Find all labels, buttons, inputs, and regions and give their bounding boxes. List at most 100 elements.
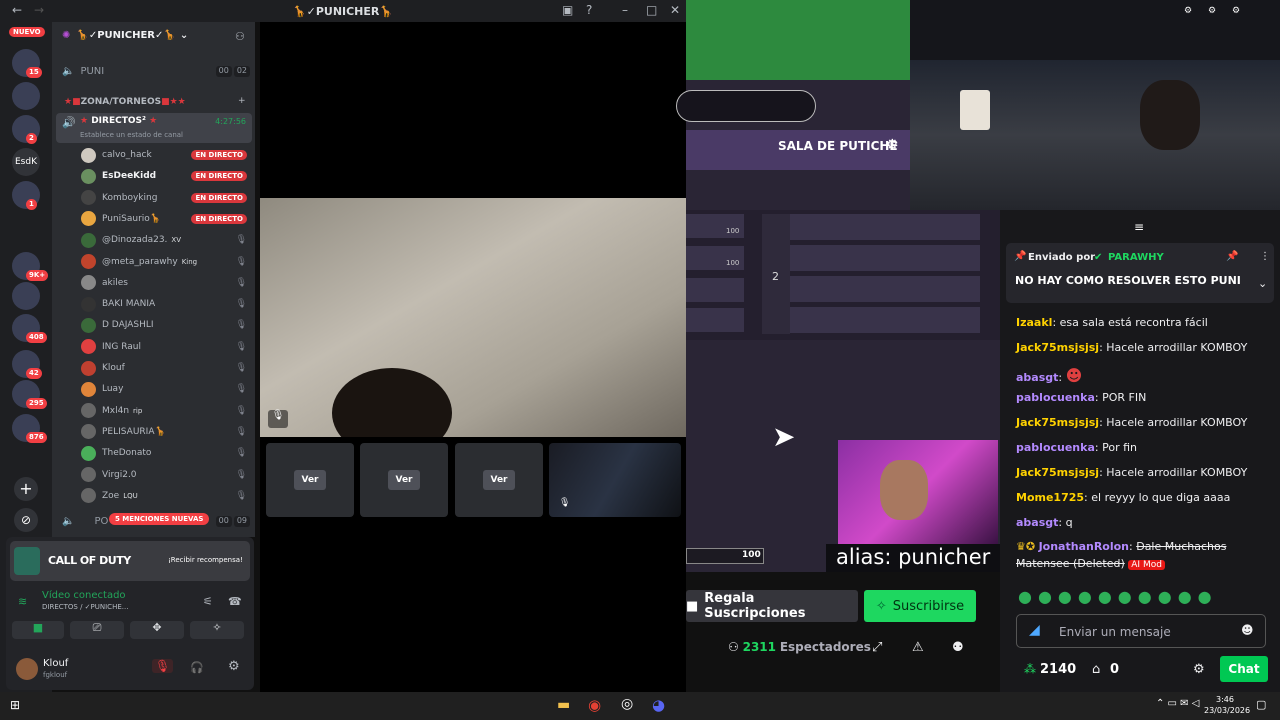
add-server-icon[interactable]: + bbox=[14, 477, 38, 501]
server-header[interactable]: ✺ 🦒✓PUNICHER✓🦒 ⌄ bbox=[62, 30, 188, 41]
member-row[interactable]: @Dinozada23. XV 🎙 bbox=[52, 230, 255, 250]
status-hint[interactable]: Establece un estado de canal bbox=[80, 131, 183, 139]
member-row[interactable]: Zoe LQU 🎙 bbox=[52, 486, 255, 506]
server-badge: 42 bbox=[26, 368, 42, 379]
maximize-icon[interactable]: □ bbox=[646, 3, 657, 17]
chat-settings-icon[interactable]: ⚙ bbox=[1193, 662, 1205, 677]
gift-subs-button[interactable]: ■ Regala Suscripciones bbox=[686, 590, 858, 622]
member-row[interactable]: akiles 🎙 bbox=[52, 273, 255, 293]
file-explorer-icon[interactable]: ▬ bbox=[557, 697, 570, 713]
share-icon[interactable]: ⤢ bbox=[872, 640, 882, 655]
minimize-icon[interactable]: – bbox=[622, 3, 628, 17]
tray-icons[interactable]: ⌃ ▭ ✉ ◁ bbox=[1156, 698, 1199, 709]
server-icon-2[interactable] bbox=[12, 82, 40, 110]
windows-start-icon[interactable]: ⊞ bbox=[10, 698, 20, 712]
chat-user[interactable]: abasgt bbox=[1016, 371, 1058, 384]
member-row[interactable]: PELISAURIA🦒 🎙 bbox=[52, 422, 255, 442]
add-channel-icon[interactable]: + bbox=[238, 96, 246, 106]
member-row[interactable]: EsDeeKidd EN DIRECTO bbox=[52, 166, 255, 186]
chat-user[interactable]: pablocuenka bbox=[1016, 391, 1095, 404]
watch-button[interactable]: Ver bbox=[483, 470, 515, 490]
server-icon-4[interactable]: EsdK bbox=[12, 148, 40, 176]
user-card-icon[interactable]: ⚉ bbox=[952, 640, 964, 655]
chat-user[interactable]: Izaakl bbox=[1016, 316, 1052, 329]
member-row[interactable]: Komboyking EN DIRECTO bbox=[52, 188, 255, 208]
channel-points-icon[interactable]: ◢ bbox=[1029, 622, 1040, 638]
server-icon-7[interactable] bbox=[12, 282, 40, 310]
pinned-message[interactable]: 📌 Enviado por ✔ PARAWHY 📌 ⋮ NO HAY COMO … bbox=[1006, 243, 1274, 303]
discover-icon[interactable]: ⊘ bbox=[14, 508, 38, 532]
live-badge: EN DIRECTO bbox=[191, 171, 247, 182]
mic-muted-icon: 🎙 bbox=[235, 256, 247, 267]
chat-user[interactable]: pablocuenka bbox=[1016, 441, 1095, 454]
member-row[interactable]: Mxl4n rip 🎙 bbox=[52, 401, 255, 421]
chat-message: ♛✪ JonathanRolon: Dale Muchachos bbox=[1016, 540, 1227, 553]
chat-user[interactable]: Jack75msjsjsj bbox=[1016, 416, 1099, 429]
chat-button[interactable]: Chat bbox=[1220, 656, 1268, 682]
category-header[interactable]: ★■ZONA/TORNEOS■★★ bbox=[64, 97, 186, 107]
chat-user[interactable]: Jack75msjsjsj bbox=[1016, 466, 1099, 479]
watch-button[interactable]: Ver bbox=[388, 470, 420, 490]
member-row[interactable]: PuniSaurio🦒 EN DIRECTO bbox=[52, 209, 255, 229]
settings-gear-icon[interactable]: ⚙ bbox=[228, 659, 240, 674]
subscribe-button[interactable]: ✧ Suscribirse bbox=[864, 590, 976, 622]
notifications-icon[interactable]: ▢ bbox=[1256, 698, 1266, 711]
mic-muted-icon[interactable]: 🎙 bbox=[152, 659, 174, 673]
avatar[interactable] bbox=[16, 658, 38, 680]
game-green-bar bbox=[686, 0, 910, 80]
health-bar: 100 bbox=[686, 548, 764, 564]
promo-card[interactable]: CALL OF DUTY ¡Recibir recompensa! bbox=[10, 541, 250, 581]
headphones-icon[interactable]: 🎧 bbox=[190, 661, 204, 674]
channel-po[interactable]: 🔈 PO 00 09 bbox=[62, 516, 250, 527]
live-channel-row[interactable]: 🔊 ★ DIRECTOS² ★ 4:27:56 Establece un est… bbox=[56, 113, 252, 143]
member-row[interactable]: TheDonato 🎙 bbox=[52, 443, 255, 463]
soundboard-button[interactable]: ✧ bbox=[190, 621, 244, 639]
member-row[interactable]: D DAJASHLI 🎙 bbox=[52, 315, 255, 335]
screenshare-button[interactable]: ⎚ bbox=[70, 621, 124, 639]
member-row[interactable]: Virgi2.0 🎙 bbox=[52, 465, 255, 485]
inbox-icon[interactable]: ▣ bbox=[562, 3, 573, 17]
help-icon[interactable]: ? bbox=[586, 3, 592, 17]
voice-status[interactable]: Vídeo conectado bbox=[42, 590, 126, 601]
more-icon[interactable]: ⋮ bbox=[1260, 251, 1270, 262]
watch-button[interactable]: Ver bbox=[294, 470, 326, 490]
member-row[interactable]: @meta_parawhy King 🎙 bbox=[52, 252, 255, 272]
expand-icon[interactable]: ⌄ bbox=[1258, 277, 1267, 290]
channel-puni[interactable]: 🔈 PUNI 00 02 bbox=[62, 66, 250, 77]
emote-picker-icon[interactable]: ☻ bbox=[1241, 623, 1254, 637]
participant-tile-1[interactable]: Ver bbox=[266, 443, 354, 517]
unpin-icon[interactable]: 📌 bbox=[1226, 251, 1238, 262]
activities-button[interactable]: ✥ bbox=[130, 621, 184, 639]
chat-menu-icon[interactable]: ≡ bbox=[1134, 220, 1144, 234]
chrome-icon[interactable]: ◉ bbox=[588, 696, 601, 714]
member-row[interactable]: Luay 🎙 bbox=[52, 379, 255, 399]
chat-input[interactable]: ◢ Enviar un mensaje ☻ bbox=[1016, 614, 1266, 648]
promo-cta[interactable]: ¡Recibir recompensa! bbox=[168, 556, 243, 564]
participant-tile-2[interactable]: Ver bbox=[360, 443, 448, 517]
store-icon[interactable]: ⌂ bbox=[1092, 662, 1100, 677]
noise-suppression-icon[interactable]: ⚟ bbox=[203, 595, 213, 608]
member-row[interactable]: Klouf 🎙 bbox=[52, 358, 255, 378]
participant-tile-3[interactable]: Ver bbox=[455, 443, 543, 517]
disconnect-icon[interactable]: ☎ bbox=[228, 595, 242, 608]
points-value[interactable]: 2140 bbox=[1040, 662, 1076, 677]
report-icon[interactable]: ⚠ bbox=[912, 640, 924, 655]
member-row[interactable]: calvo_hack EN DIRECTO bbox=[52, 145, 255, 165]
member-row[interactable]: ING Raul 🎙 bbox=[52, 337, 255, 357]
discord-icon[interactable]: ◕ bbox=[652, 696, 665, 714]
user-name[interactable]: Klouf bbox=[43, 658, 68, 669]
chat-user[interactable]: Mome1725 bbox=[1016, 491, 1084, 504]
close-icon[interactable]: ✕ bbox=[670, 3, 680, 17]
participant-tile-4[interactable]: 🎙 bbox=[549, 443, 681, 517]
mouse-cursor-icon: ➤ bbox=[772, 420, 796, 453]
obs-icon[interactable]: ◎ bbox=[621, 696, 633, 712]
member-row[interactable]: BAKI MANIA 🎙 bbox=[52, 294, 255, 314]
chat-user[interactable]: abasgt bbox=[1016, 516, 1058, 529]
add-friend-icon[interactable]: ⚇ bbox=[235, 30, 245, 43]
emote-bar[interactable]: ●●●●●●●●●● bbox=[1018, 587, 1278, 609]
main-video-feed[interactable]: 🎙 bbox=[260, 198, 686, 437]
chat-message-cont: Matensee (Deleted) AI Mod bbox=[1016, 557, 1165, 570]
chat-user[interactable]: Jack75msjsjsj bbox=[1016, 341, 1099, 354]
voice-path[interactable]: DIRECTOS / ✓PUNICHE... bbox=[42, 603, 128, 611]
camera-button[interactable]: ■ bbox=[12, 621, 64, 639]
